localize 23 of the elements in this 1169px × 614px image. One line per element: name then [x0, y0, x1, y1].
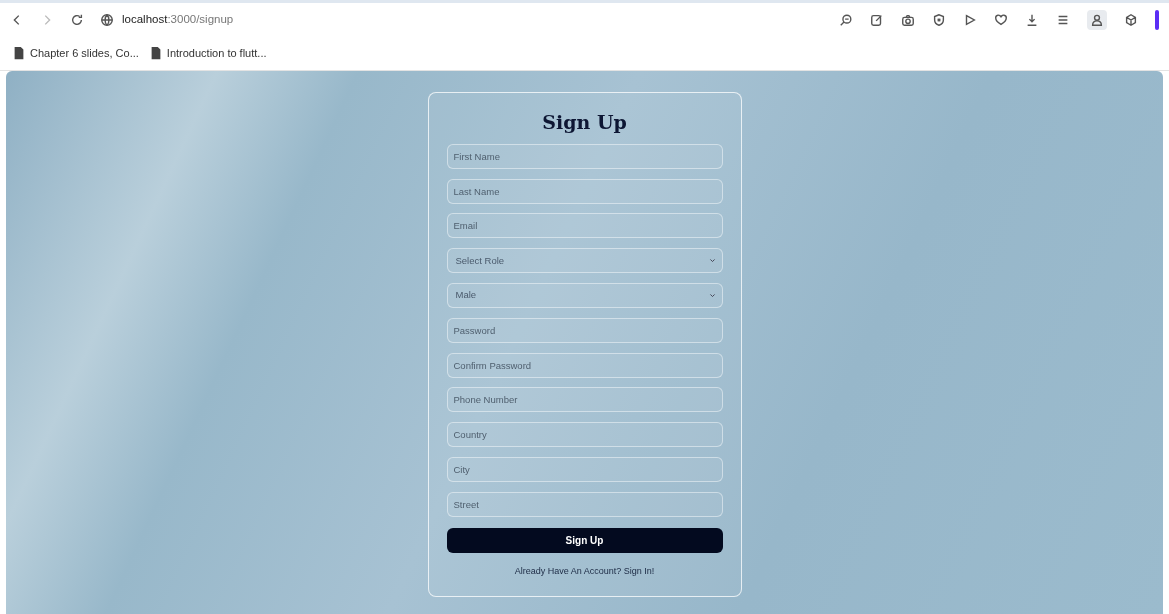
chevron-down-icon [708, 257, 716, 265]
sign-in-link[interactable]: Already Have An Account? Sign In! [514, 564, 655, 579]
edit-icon[interactable] [870, 12, 884, 27]
play-icon[interactable] [963, 12, 977, 27]
cube-icon[interactable] [1124, 12, 1138, 27]
document-icon [12, 46, 26, 60]
zoom-icon[interactable] [839, 12, 853, 27]
sidebar-indicator [1155, 9, 1159, 30]
shield-icon[interactable] [932, 12, 946, 27]
sign-up-button[interactable]: Sign Up [446, 527, 723, 553]
heart-icon[interactable] [994, 12, 1008, 27]
reload-icon[interactable] [70, 12, 84, 27]
bookmark-link[interactable]: Chapter 6 slides, Co... [30, 44, 139, 62]
select-dropdown[interactable]: Select Role [446, 248, 723, 274]
select-dropdown[interactable]: Male [446, 283, 723, 308]
download-icon[interactable] [1025, 12, 1039, 27]
globe-icon [100, 12, 114, 27]
chevron-down-icon [708, 292, 716, 299]
profile-icon[interactable] [1087, 9, 1107, 30]
address-bar-url[interactable]: localhost:3000/signup [122, 10, 234, 29]
form-title: Sign Up [542, 111, 627, 134]
bookmark-link[interactable]: Introduction to flutt... [166, 44, 267, 62]
camera-icon[interactable] [901, 12, 915, 27]
